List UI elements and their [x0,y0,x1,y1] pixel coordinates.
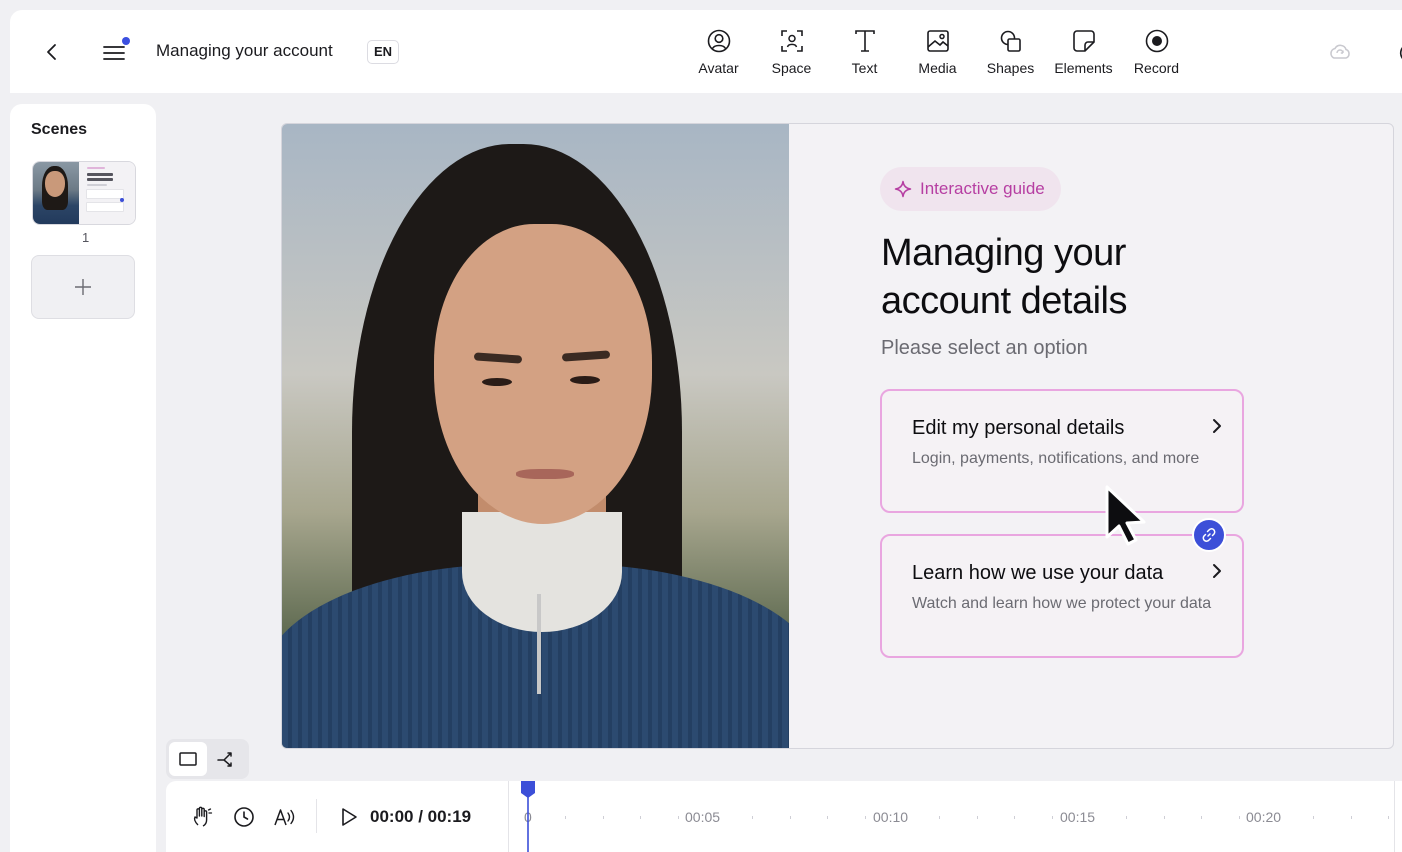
timeline-minor-tick [565,816,567,819]
tool-text-button[interactable]: Text [828,26,901,82]
scene-number: 1 [82,230,90,245]
tool-media-button[interactable]: Media [901,26,974,82]
timeline-tick: 00:20 [1246,809,1282,825]
clock-icon[interactable] [232,805,256,829]
add-scene-button[interactable] [31,255,135,319]
timeline-minor-tick [602,816,604,819]
tool-label: Media [918,60,957,76]
timeline-minor-tick [789,816,791,819]
timeline-divider [316,799,317,833]
timeline-minor-tick [752,816,754,819]
back-arrow-icon[interactable] [44,42,60,62]
project-title[interactable]: Managing your account [156,41,333,61]
tool-label: Record [1133,60,1180,76]
link-button[interactable] [1192,518,1226,552]
timeline-minor-tick [1388,816,1390,819]
timeline-minor-tick [640,816,642,819]
scenes-panel: Scenes 1 [10,104,156,852]
scene-thumbnail-content [79,162,135,224]
timeline-minor-tick [1238,816,1240,819]
sparkle-icon [894,180,912,198]
tool-label: Avatar [698,60,739,76]
chevron-right-icon [1213,419,1221,433]
timeline-minor-tick [1126,816,1128,819]
timeline-minor-tick [1051,816,1053,819]
rectangle-icon [179,752,197,766]
scene-thumbnail[interactable] [32,161,136,225]
option-description: Login, payments, notifications, and more [912,450,1200,467]
tool-avatar-button[interactable]: Avatar [682,26,755,82]
tool-shapes-button[interactable]: Shapes [974,26,1047,82]
notification-dot [122,37,130,45]
branch-icon [217,752,232,767]
timeline-tick: 00:05 [685,809,721,825]
scene-canvas[interactable]: Interactive guide Managing your account … [281,123,1394,749]
gesture-hand-icon[interactable] [190,805,214,829]
timeline-minor-tick [1163,816,1165,819]
avatar-icon [707,29,730,53]
badge-label: Interactive guide [920,179,1045,198]
menu-button[interactable] [102,37,130,64]
timeline-divider [508,781,509,852]
playhead[interactable] [520,781,536,852]
option-edit-personal-details[interactable]: Edit my personal details Login, payments… [880,389,1244,513]
timeline-minor-tick [864,816,866,819]
timeline-minor-tick [939,816,941,819]
elements-icon [1072,30,1095,52]
timeline-tick: 00:10 [873,809,909,825]
shapes-icon [1000,30,1021,52]
media-icon [926,30,949,52]
playback-time: 00:00 / 00:19 [370,807,472,826]
timeline-minor-tick [677,816,679,819]
scene-thumbnail-avatar [33,162,79,224]
mouse-cursor-icon [1105,485,1146,546]
timeline-tick: 00:15 [1060,809,1096,825]
record-icon [1145,29,1168,53]
tool-label: Text [851,60,878,76]
timeline-minor-tick [976,816,978,819]
text-icon [854,30,875,52]
cloud-sync-icon[interactable] [1328,41,1352,63]
option-description: Watch and learn how we protect your data [912,595,1212,612]
option-title: Edit my personal details [912,417,1125,439]
timeline: 00:00 / 00:19 0 00:05 00:10 00:15 00:20 [166,781,1402,852]
tool-label: Space [771,60,812,76]
avatar-video[interactable] [282,124,789,748]
text-to-speech-icon[interactable] [273,805,297,829]
timeline-minor-tick [1201,816,1203,819]
space-icon [780,30,803,52]
option-title: Learn how we use your data [912,562,1164,584]
tool-space-button[interactable]: Space [755,26,828,82]
timeline-minor-tick [1313,816,1315,819]
view-toggle [166,739,249,779]
insert-toolbar: Avatar Space Text Media Shapes Elements … [682,26,1193,82]
chevron-right-icon [1213,564,1221,578]
timeline-minor-tick [1014,816,1016,819]
top-bar: Managing your account EN Avatar Space Te… [10,10,1402,93]
timeline-end-marker [1394,781,1395,852]
language-button[interactable]: EN [367,40,400,64]
single-scene-view-button[interactable] [169,742,207,776]
slide-headline[interactable]: Managing your account details [881,229,1201,325]
timeline-minor-tick [827,816,829,819]
play-icon[interactable] [340,807,358,827]
link-icon [1202,528,1216,542]
tool-label: Elements [1054,60,1113,76]
slide-subtitle[interactable]: Please select an option [881,337,1088,360]
timeline-minor-tick [1350,816,1352,819]
tool-record-button[interactable]: Record [1120,26,1193,82]
scenes-title: Scenes [31,121,88,138]
branching-view-button[interactable] [207,742,245,776]
tool-label: Shapes [986,60,1035,76]
comment-icon[interactable] [1392,40,1402,64]
option-learn-data-use[interactable]: Learn how we use your data Watch and lea… [880,534,1244,658]
plus-icon [75,279,91,295]
interactive-guide-badge[interactable]: Interactive guide [880,167,1061,211]
tool-elements-button[interactable]: Elements [1047,26,1120,82]
